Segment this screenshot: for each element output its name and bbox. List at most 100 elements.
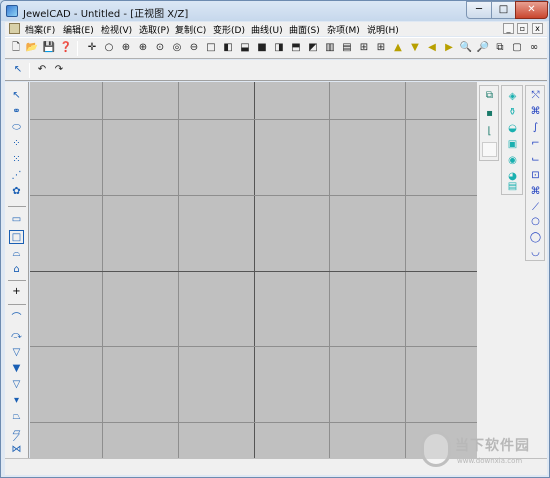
- gem-stack-icon[interactable]: ▤: [505, 181, 520, 193]
- curve-cross-icon[interactable]: ⌘: [528, 184, 543, 199]
- circle-plus-icon[interactable]: ⊕: [119, 41, 133, 55]
- circle-filled-icon[interactable]: ◎: [170, 41, 184, 55]
- square-icon[interactable]: □: [204, 41, 218, 55]
- grid-bold-icon[interactable]: ⊞: [374, 41, 388, 55]
- gem-blade-icon[interactable]: ◈: [505, 89, 520, 104]
- grid-line: [102, 82, 103, 458]
- mdi-restore-button[interactable]: ▫: [517, 23, 528, 34]
- square-bottom-icon[interactable]: ⬓: [238, 41, 252, 55]
- menu-surface[interactable]: 曲面(S): [289, 23, 320, 36]
- close-button[interactable]: ✕: [515, 1, 548, 19]
- v-shape-icon[interactable]: ▽: [9, 346, 24, 360]
- small-square-icon[interactable]: ▪: [482, 106, 497, 121]
- move-point-icon[interactable]: +: [9, 285, 24, 299]
- mdi-close-button[interactable]: x: [532, 23, 543, 34]
- curve-circle2-icon[interactable]: ◯: [528, 230, 543, 245]
- select-ellipse-icon[interactable]: ⬭: [9, 121, 24, 135]
- v-bold-icon[interactable]: ▼: [9, 362, 24, 376]
- square-left-icon[interactable]: ◧: [221, 41, 235, 55]
- columns-icon[interactable]: ▥: [323, 41, 337, 55]
- v-filled-icon[interactable]: ▾: [9, 394, 24, 408]
- gem-fish-icon[interactable]: ◒: [505, 121, 520, 136]
- redo-icon[interactable]: ↷: [52, 63, 66, 77]
- select-arrow-icon[interactable]: ↖: [11, 63, 25, 77]
- triangle-down-icon[interactable]: ▼: [408, 41, 422, 55]
- corner-icon[interactable]: ⌊: [482, 124, 497, 139]
- new-file-icon[interactable]: 🗋: [9, 41, 23, 55]
- menu-select[interactable]: 选取(P): [139, 23, 169, 36]
- open-folder-icon[interactable]: 📂: [25, 41, 39, 55]
- menu-view[interactable]: 检视(V): [101, 23, 132, 36]
- rows-icon[interactable]: ▤: [340, 41, 354, 55]
- square-right-icon[interactable]: ◨: [272, 41, 286, 55]
- v-small-icon[interactable]: ▽: [9, 378, 24, 392]
- curve-nodes-icon[interactable]: ⌘: [528, 104, 543, 119]
- minimize-button[interactable]: ─: [466, 1, 492, 19]
- blank-icon[interactable]: [482, 142, 497, 157]
- square-top-icon[interactable]: ⬒: [289, 41, 303, 55]
- save-icon[interactable]: 💾: [42, 41, 56, 55]
- trapezoid-icon[interactable]: ⏢: [9, 410, 24, 424]
- arch-icon[interactable]: ⌒: [9, 312, 24, 326]
- grid-icon[interactable]: ⊞: [357, 41, 371, 55]
- mdi-minimize-button[interactable]: _: [503, 23, 514, 34]
- select-pair-icon[interactable]: ⚭: [9, 105, 24, 119]
- arch-arrow-icon[interactable]: ⤼: [9, 329, 24, 343]
- select-gear-icon[interactable]: ✿: [9, 185, 24, 199]
- curve-box-icon[interactable]: ⊡: [528, 168, 543, 183]
- menu-deform[interactable]: 变形(D): [213, 23, 245, 36]
- help-pointer-icon[interactable]: ❓: [59, 41, 73, 55]
- circle-dot-icon[interactable]: ⊙: [153, 41, 167, 55]
- left-toolbar: ↖ ⚭ ⬭ ⁘ ⁙ ⋰ ✿ ▭ □ ⌓ ⌂ + ⌒ ⤼ ▽ ▼ ▽ ▾ ⏢ ▱ …: [5, 82, 29, 458]
- small-rect-icon[interactable]: ▭: [9, 213, 24, 227]
- grid-line: [30, 346, 477, 347]
- curve-s-icon[interactable]: ∫: [528, 120, 543, 135]
- zoom-out-icon[interactable]: 🔎: [476, 41, 490, 55]
- title-bar[interactable]: JewelCAD - Untitled - [正视图 X/Z] ─ □ ✕: [1, 1, 549, 21]
- menu-misc[interactable]: 杂项(M): [327, 23, 360, 36]
- select-nodes-icon[interactable]: ⁘: [9, 137, 24, 151]
- half-dome-icon[interactable]: ⌓: [9, 247, 24, 261]
- triangle-right-icon[interactable]: ▶: [442, 41, 456, 55]
- maximize-button[interactable]: □: [491, 1, 516, 19]
- select-pointer-icon[interactable]: ↖: [9, 89, 24, 103]
- dome-rect-icon[interactable]: ⌂: [9, 263, 24, 277]
- select-chain-icon[interactable]: ⋰: [9, 169, 24, 183]
- circle-minus-icon[interactable]: ⊖: [187, 41, 201, 55]
- menu-edit[interactable]: 编辑(E): [63, 23, 94, 36]
- rect-outline-icon[interactable]: □: [9, 230, 24, 244]
- select-group-icon[interactable]: ⁙: [9, 153, 24, 167]
- zoom-in-icon[interactable]: 🔍: [459, 41, 473, 55]
- undo-icon[interactable]: ↶: [35, 63, 49, 77]
- triangle-left-icon[interactable]: ◀: [425, 41, 439, 55]
- document-icon[interactable]: [9, 23, 20, 34]
- curve-x-icon[interactable]: ⤲: [528, 88, 543, 103]
- frame-icon[interactable]: ▢: [510, 41, 524, 55]
- viewport-canvas[interactable]: [30, 82, 477, 458]
- circle-icon[interactable]: ○: [102, 41, 116, 55]
- menu-curve[interactable]: 曲线(U): [251, 23, 283, 36]
- square-filled-icon[interactable]: ■: [255, 41, 269, 55]
- curve-step-icon[interactable]: ⌙: [528, 152, 543, 167]
- layers-icon[interactable]: ⧉: [482, 88, 497, 103]
- triangle-up-icon[interactable]: ▲: [391, 41, 405, 55]
- jewelcad-app-icon: [6, 5, 18, 17]
- crosshair-icon[interactable]: ✛: [85, 41, 99, 55]
- curve-arc-icon[interactable]: ◡: [528, 245, 543, 260]
- gem-round-icon[interactable]: ◉: [505, 153, 520, 168]
- grid-line: [329, 82, 330, 458]
- menu-file[interactable]: 档案(F): [25, 23, 55, 36]
- secondary-toolbar: ↖ ↶ ↷: [5, 60, 547, 81]
- menu-help[interactable]: 说明(H): [367, 23, 399, 36]
- menu-copy[interactable]: 复制(C): [175, 23, 206, 36]
- binoculars-icon[interactable]: ∞: [527, 41, 541, 55]
- bowtie-icon[interactable]: ⋈: [9, 443, 24, 457]
- curve-line-icon[interactable]: ⟋: [528, 200, 543, 215]
- gem-bottle-icon[interactable]: ⚱: [505, 105, 520, 120]
- circle-target-icon[interactable]: ⊕: [136, 41, 150, 55]
- curve-corner-icon[interactable]: ⌐: [528, 136, 543, 151]
- square-corner-icon[interactable]: ◩: [306, 41, 320, 55]
- gem-box-icon[interactable]: ▣: [505, 137, 520, 152]
- curve-circle-icon[interactable]: ○: [528, 214, 543, 229]
- zoom-window-icon[interactable]: ⧉: [493, 41, 507, 55]
